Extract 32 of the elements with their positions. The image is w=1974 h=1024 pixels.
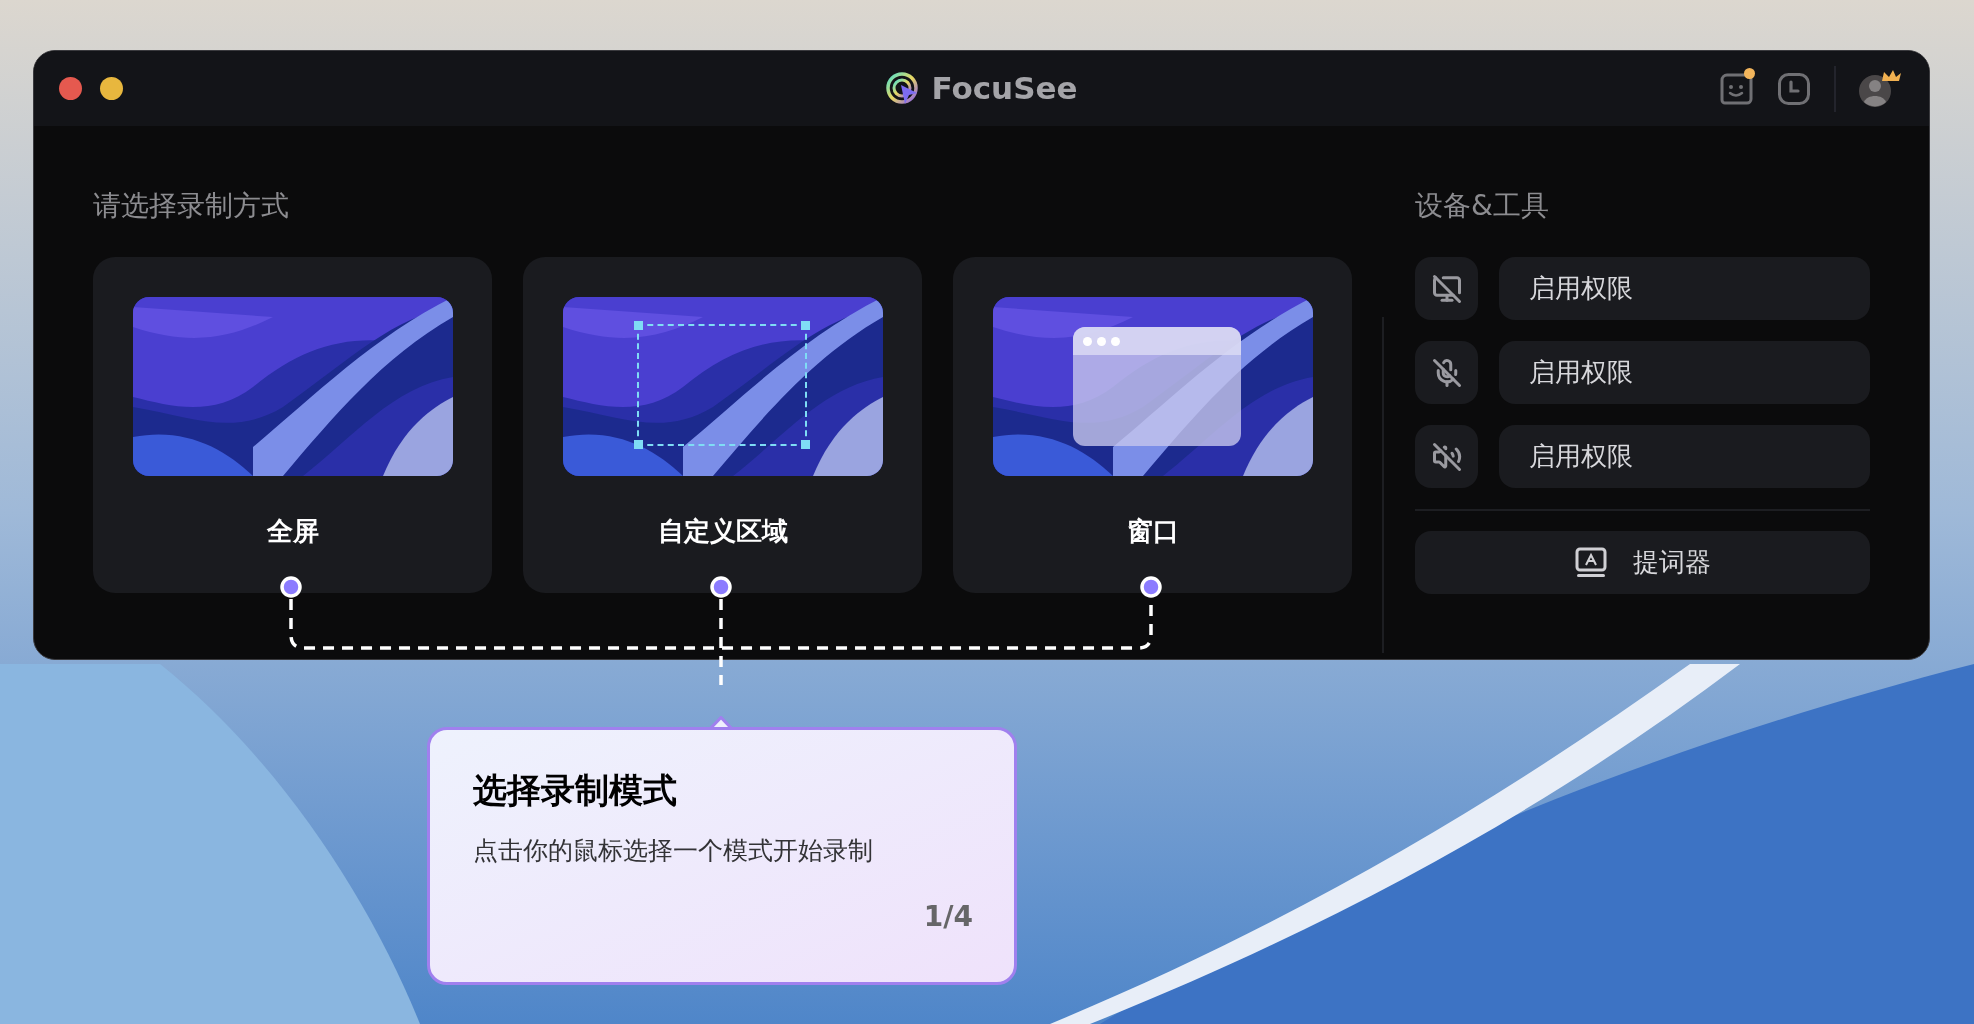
section-heading: 请选择录制方式 [93,188,290,224]
enable-permission-button[interactable]: 启用权限 [1499,425,1870,488]
mode-label: 全屏 [266,515,319,548]
teleprompter-icon [1574,546,1607,579]
feedback-button[interactable] [1718,70,1754,107]
resize-handle [633,440,643,449]
account-button[interactable] [1858,68,1904,109]
tooltip-title: 选择录制模式 [473,769,678,812]
mode-card[interactable]: 窗口 [953,257,1352,593]
enable-permission-button[interactable]: 启用权限 [1499,257,1870,320]
close-button[interactable] [59,77,82,100]
mode-card[interactable]: 自定义区域 [523,257,922,593]
clock-icon [1777,71,1811,106]
teleprompter-button[interactable]: 提词器 [1415,531,1870,594]
monitor-off-icon [1431,273,1462,304]
mode-card[interactable]: 全屏 [93,257,492,593]
enable-permission-button[interactable]: 启用权限 [1499,341,1870,404]
resize-handle [800,440,810,449]
step-counter: 1/4 [923,899,973,935]
mode-label: 自定义区域 [657,515,788,548]
tooltip-body: 点击你的鼠标选择一个模式开始录制 [473,835,874,867]
speaker-off-icon [1431,441,1462,472]
resize-handle [633,321,643,330]
history-button[interactable] [1776,70,1812,107]
mode-label: 窗口 [1126,515,1179,548]
avatar-icon [1858,68,1904,109]
microphone-off-icon [1431,357,1462,388]
smiley-icon [1719,71,1753,106]
section-heading: 设备&工具 [1415,188,1550,224]
window-title: FocuSee [931,69,1078,109]
minimize-button[interactable] [100,77,123,100]
resize-handle [800,321,810,330]
